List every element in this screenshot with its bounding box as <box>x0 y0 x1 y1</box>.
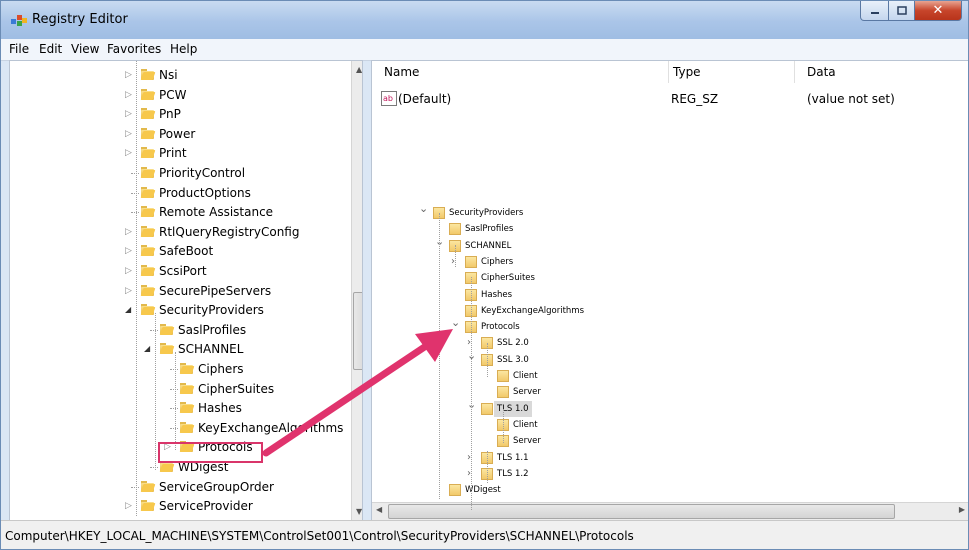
registry-editor-window: Registry Editor ✕ File Edit View Favorit… <box>0 0 969 550</box>
status-path: Computer\HKEY_LOCAL_MACHINE\SYSTEM\Contr… <box>5 529 634 543</box>
callout-arrow <box>262 329 453 457</box>
status-bar: Computer\HKEY_LOCAL_MACHINE\SYSTEM\Contr… <box>1 520 968 549</box>
